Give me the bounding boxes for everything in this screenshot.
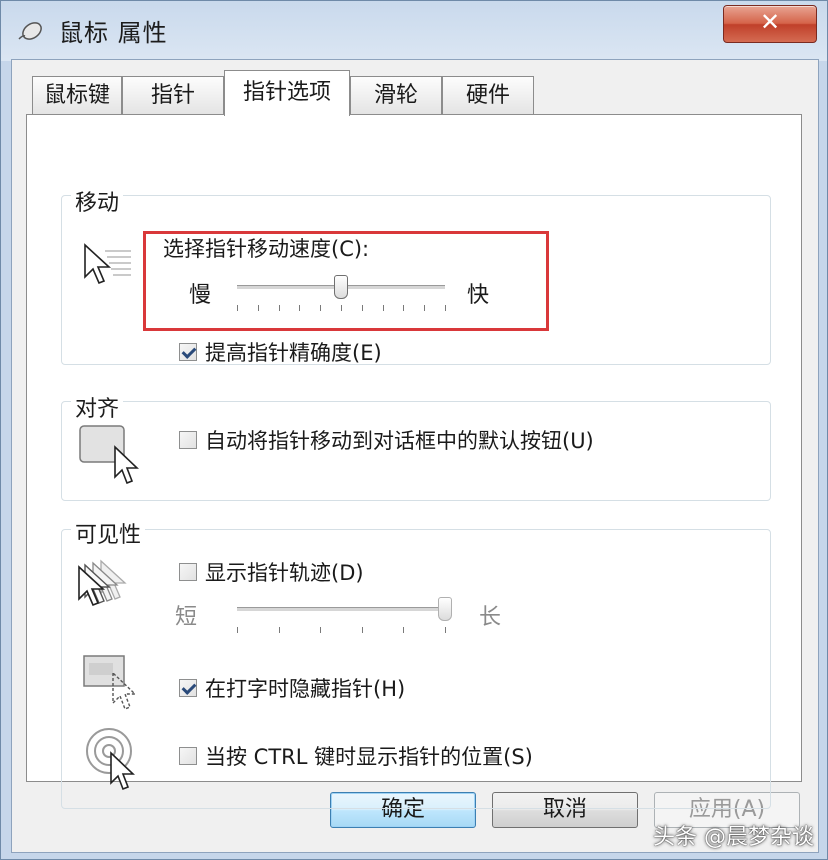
- mouse-properties-window: 鼠标 属性 ✕ 鼠标键 指针 指针选项 滑轮 硬件 移动 选择指针移动速度(C)…: [0, 0, 828, 860]
- ctrl-locate-icon: [86, 728, 135, 791]
- tab-pointers[interactable]: 指针: [122, 76, 224, 114]
- tab-hardware[interactable]: 硬件: [442, 76, 534, 114]
- hide-pointer-icon: [83, 655, 137, 710]
- visibility-group-title: 可见性: [71, 517, 146, 549]
- slider-tick: [403, 627, 405, 633]
- trails-slider-track[interactable]: [237, 607, 445, 612]
- watermark-text: 头条 @晨梦杂谈: [653, 825, 814, 850]
- close-icon: ✕: [759, 8, 781, 36]
- hide-while-typing-checkbox[interactable]: [179, 679, 197, 697]
- close-button[interactable]: ✕: [723, 5, 817, 43]
- slider-tick: [445, 627, 446, 633]
- slider-tick: [278, 627, 280, 633]
- ctrl-locate-checkbox[interactable]: [179, 747, 197, 765]
- pointer-speed-icon: [84, 243, 131, 285]
- mouse-icon: [18, 22, 42, 40]
- title-bar[interactable]: 鼠标 属性 ✕: [1, 1, 827, 59]
- window-title: 鼠标 属性: [59, 19, 168, 47]
- pointer-trails-icon: [78, 559, 127, 607]
- slider-tick: [320, 627, 322, 633]
- trails-checkbox[interactable]: [179, 563, 197, 581]
- tab-pointer-options[interactable]: 指针选项: [224, 70, 350, 116]
- snap-to-icon: [79, 425, 139, 485]
- ctrl-locate-label[interactable]: 当按 CTRL 键时显示指针的位置(S): [205, 741, 533, 771]
- tab-buttons[interactable]: 鼠标键: [32, 76, 122, 114]
- speed-highlight-box: [143, 231, 549, 331]
- hide-while-typing-label[interactable]: 在打字时隐藏指针(H): [205, 673, 405, 703]
- long-label: 长: [479, 605, 502, 630]
- precision-checkbox[interactable]: [179, 343, 197, 361]
- trails-label[interactable]: 显示指针轨迹(D): [205, 557, 364, 587]
- precision-label[interactable]: 提高指针精确度(E): [205, 337, 382, 367]
- slider-tick: [237, 627, 238, 633]
- tab-wheel[interactable]: 滑轮: [350, 76, 442, 114]
- dialog-client-area: 鼠标键 指针 指针选项 滑轮 硬件 移动 选择指针移动速度(C): 慢 快 提高…: [11, 59, 819, 853]
- snap-group-title: 对齐: [71, 391, 124, 423]
- short-label: 短: [175, 605, 198, 630]
- snap-label[interactable]: 自动将指针移动到对话框中的默认按钮(U): [205, 425, 594, 455]
- slider-tick: [361, 627, 363, 633]
- trails-slider-thumb[interactable]: [438, 597, 452, 621]
- snap-checkbox[interactable]: [179, 431, 197, 449]
- motion-group-title: 移动: [71, 185, 124, 217]
- pointer-options-panel: 移动 选择指针移动速度(C): 慢 快 提高指针精确度(E) 对齐 自动将指针移…: [26, 114, 802, 809]
